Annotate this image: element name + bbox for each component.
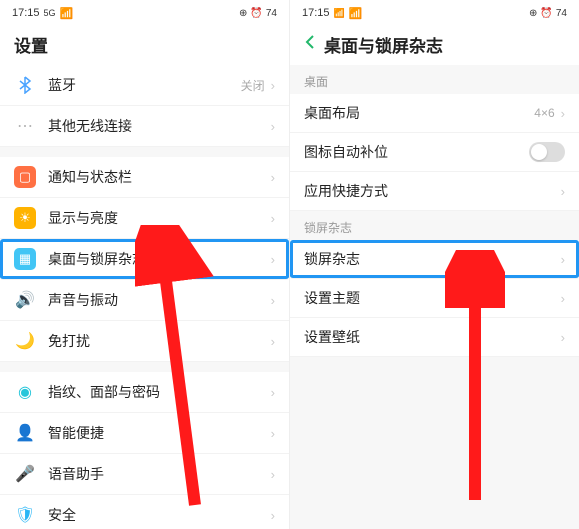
- row-security[interactable]: 🛡 安全 ›: [0, 495, 289, 529]
- row-icon-autofill[interactable]: 图标自动补位: [290, 133, 579, 172]
- row-label: 锁屏杂志: [304, 249, 561, 269]
- page-title-row: 桌面与锁屏杂志: [290, 26, 579, 65]
- row-bluetooth[interactable]: 蓝牙 关闭 ›: [0, 65, 289, 106]
- row-label: 蓝牙: [48, 75, 241, 95]
- row-desktop-lockscreen[interactable]: ▦ 桌面与锁屏杂志 ›: [0, 239, 289, 280]
- chevron-right-icon: ›: [561, 291, 565, 306]
- status-bar: 17:155G📶 ⊕⏰74: [0, 0, 289, 26]
- row-label: 设置主题: [304, 288, 561, 308]
- toggle-switch[interactable]: [529, 142, 565, 162]
- status-battery: 74: [556, 8, 567, 19]
- row-label: 声音与振动: [48, 290, 271, 310]
- row-app-shortcut[interactable]: 应用快捷方式 ›: [290, 172, 579, 211]
- row-desktop-layout[interactable]: 桌面布局 4×6 ›: [290, 94, 579, 133]
- section-lockscreen: 锁屏杂志: [290, 211, 579, 240]
- chevron-right-icon: ›: [271, 252, 275, 267]
- chevron-right-icon: ›: [561, 106, 565, 121]
- row-voice[interactable]: 🎤 语音助手 ›: [0, 454, 289, 495]
- page-title: 设置: [14, 32, 48, 57]
- chevron-right-icon: ›: [561, 184, 565, 199]
- chevron-right-icon: ›: [271, 170, 275, 185]
- row-label: 桌面布局: [304, 103, 534, 123]
- chevron-right-icon: ›: [271, 334, 275, 349]
- fingerprint-icon: ◉: [14, 381, 36, 403]
- shield-icon: 🛡: [14, 504, 36, 526]
- page-title: 桌面与锁屏杂志: [324, 32, 443, 57]
- section-desktop: 桌面: [290, 65, 579, 94]
- status-time: 17:15: [302, 7, 330, 19]
- row-dnd[interactable]: 🌙 免打扰 ›: [0, 321, 289, 362]
- chevron-right-icon: ›: [561, 330, 565, 345]
- page-title-row: 设置: [0, 26, 289, 65]
- row-label: 安全: [48, 505, 271, 525]
- mic-icon: 🎤: [14, 463, 36, 485]
- row-value: 4×6: [534, 106, 554, 120]
- chevron-right-icon: ›: [561, 252, 565, 267]
- row-notifications[interactable]: ▢ 通知与状态栏 ›: [0, 157, 289, 198]
- row-other-wireless[interactable]: ⋯ 其他无线连接 ›: [0, 106, 289, 147]
- back-button[interactable]: [304, 34, 316, 55]
- row-label: 免打扰: [48, 331, 271, 351]
- row-label: 显示与亮度: [48, 208, 271, 228]
- chevron-right-icon: ›: [271, 293, 275, 308]
- row-set-wallpaper[interactable]: 设置壁纸 ›: [290, 318, 579, 357]
- status-bar: 17:15📶📶 ⊕⏰74: [290, 0, 579, 26]
- status-time: 17:15: [12, 7, 40, 19]
- row-set-theme[interactable]: 设置主题 ›: [290, 279, 579, 318]
- row-label: 其他无线连接: [48, 116, 271, 136]
- row-label: 设置壁纸: [304, 327, 561, 347]
- chevron-right-icon: ›: [271, 211, 275, 226]
- row-label: 应用快捷方式: [304, 181, 561, 201]
- bluetooth-icon: [14, 74, 36, 96]
- chevron-right-icon: ›: [271, 385, 275, 400]
- sound-icon: 🔊: [14, 289, 36, 311]
- row-lockscreen-magazine[interactable]: 锁屏杂志 ›: [290, 240, 579, 279]
- moon-icon: 🌙: [14, 330, 36, 352]
- desktop-icon: ▦: [14, 248, 36, 270]
- settings-screen: 17:155G📶 ⊕⏰74 设置 蓝牙 关闭 › ⋯ 其他无线连接 › ▢ 通知…: [0, 0, 290, 529]
- row-label: 通知与状态栏: [48, 167, 271, 187]
- row-value: 关闭: [241, 77, 265, 94]
- row-smart[interactable]: 👤 智能便捷 ›: [0, 413, 289, 454]
- status-battery: 74: [266, 8, 277, 19]
- row-sound[interactable]: 🔊 声音与振动 ›: [0, 280, 289, 321]
- row-label: 指纹、面部与密码: [48, 382, 271, 402]
- row-label: 桌面与锁屏杂志: [48, 249, 271, 269]
- chevron-right-icon: ›: [271, 426, 275, 441]
- row-label: 语音助手: [48, 464, 271, 484]
- notification-icon: ▢: [14, 166, 36, 188]
- row-fingerprint[interactable]: ◉ 指纹、面部与密码 ›: [0, 372, 289, 413]
- row-label: 图标自动补位: [304, 142, 529, 162]
- chevron-right-icon: ›: [271, 119, 275, 134]
- link-icon: ⋯: [14, 115, 36, 137]
- desktop-lockscreen-screen: 17:15📶📶 ⊕⏰74 桌面与锁屏杂志 桌面 桌面布局 4×6 › 图标自动补…: [290, 0, 579, 529]
- chevron-right-icon: ›: [271, 78, 275, 93]
- smart-icon: 👤: [14, 422, 36, 444]
- chevron-right-icon: ›: [271, 508, 275, 523]
- chevron-right-icon: ›: [271, 467, 275, 482]
- row-label: 智能便捷: [48, 423, 271, 443]
- row-display[interactable]: ☀ 显示与亮度 ›: [0, 198, 289, 239]
- brightness-icon: ☀: [14, 207, 36, 229]
